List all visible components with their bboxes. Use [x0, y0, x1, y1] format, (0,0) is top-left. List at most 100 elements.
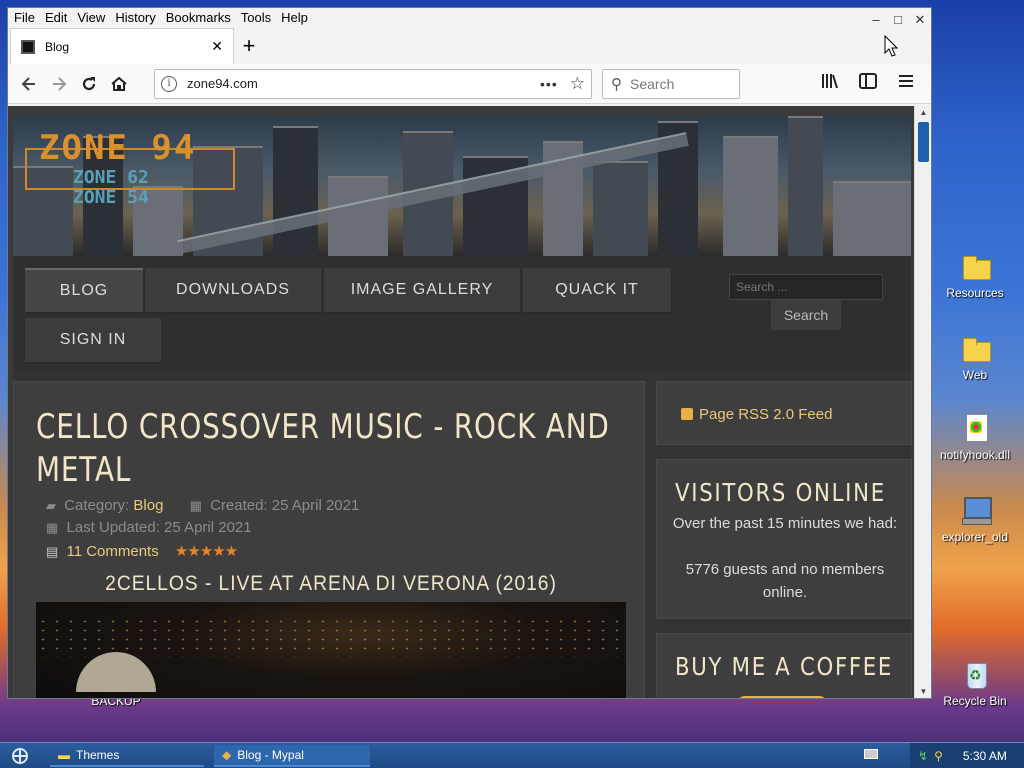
taskbar-item-blog-mypal[interactable]: ◆ Blog - Mypal: [214, 744, 370, 767]
visitors-box: VISITORS ONLINE Over the past 15 minutes…: [656, 459, 912, 619]
taskbar-item-themes[interactable]: ▬ Themes: [50, 745, 204, 767]
keyboard-icon[interactable]: [864, 749, 878, 759]
nav-blog[interactable]: BLOG: [25, 268, 143, 314]
comments-link[interactable]: 11 Comments: [66, 543, 158, 560]
page-viewport: ZONE 94 ZONE 62 ZONE 54 BLOG DOWNLOADS I…: [8, 106, 931, 698]
rss-icon: [681, 408, 693, 420]
article-meta-row-1: ▰ Category: Blog ▦ Created: 25 April 202…: [46, 497, 359, 514]
rating-stars[interactable]: ★★★★★: [175, 543, 238, 560]
task-label: Themes: [76, 747, 120, 762]
tab-strip: Blog ✕ +: [8, 26, 931, 64]
folder-icon: [959, 332, 991, 364]
website: ZONE 94 ZONE 62 ZONE 54 BLOG DOWNLOADS I…: [13, 116, 912, 698]
desktop-icon-web[interactable]: Web: [933, 332, 1017, 382]
navigation-toolbar: i zone94.com ••• ☆ ⚲ Search: [8, 64, 931, 104]
search-icon: ⚲: [611, 75, 622, 93]
coffee-button[interactable]: [737, 696, 827, 698]
article-title: CELLO CROSSOVER MUSIC - ROCK AND METAL: [36, 407, 610, 490]
menu-file[interactable]: File: [14, 10, 35, 25]
desktop-icon-label: Recycle Bin: [943, 694, 1007, 708]
nav-downloads[interactable]: DOWNLOADS: [145, 268, 321, 314]
nav-quack-it[interactable]: QUACK IT: [523, 268, 671, 314]
menu-tools[interactable]: Tools: [241, 10, 271, 25]
tab-blog[interactable]: Blog ✕: [10, 28, 234, 64]
page-actions-icon[interactable]: •••: [540, 76, 558, 92]
library-icon[interactable]: [811, 73, 849, 94]
info-icon[interactable]: i: [161, 75, 177, 92]
category-link[interactable]: Blog: [133, 497, 163, 514]
clock[interactable]: 5:30 AM: [963, 749, 1007, 763]
scroll-up-icon[interactable]: ▲: [915, 108, 931, 117]
rss-box: Page RSS 2.0 Feed: [656, 381, 912, 445]
start-button[interactable]: [0, 743, 40, 768]
updated-date: Last Updated: 25 April 2021: [66, 519, 252, 536]
rss-link[interactable]: Page RSS 2.0 Feed: [681, 406, 832, 423]
scroll-down-icon[interactable]: ▼: [915, 687, 931, 696]
bookmark-star-icon[interactable]: ☆: [570, 74, 585, 94]
browser-search-input[interactable]: ⚲ Search: [602, 68, 740, 99]
nav-image-gallery[interactable]: IMAGE GALLERY: [324, 268, 520, 314]
task-label: Blog - Mypal: [237, 747, 304, 762]
created-date: Created: 25 April 2021: [210, 497, 360, 514]
new-tab-button[interactable]: +: [234, 28, 264, 64]
reload-icon[interactable]: [74, 70, 104, 98]
desktop-icon-label: Web: [962, 368, 988, 382]
mouse-cursor-icon: [884, 35, 898, 57]
close-window-button[interactable]: ✕: [909, 12, 931, 28]
arena-image: [76, 652, 156, 692]
menu-view[interactable]: View: [77, 10, 105, 25]
search-placeholder: Search: [630, 75, 675, 92]
desktop-icon-explorer-old[interactable]: explorer_old: [933, 494, 1017, 544]
logo-sub-line: ZONE 54: [73, 187, 149, 208]
mypal-browser-icon: ◆: [222, 747, 232, 762]
article: CELLO CROSSOVER MUSIC - ROCK AND METAL ▰…: [13, 381, 645, 698]
site-logo[interactable]: ZONE 94: [39, 128, 196, 168]
start-logo-icon: [12, 747, 28, 764]
rss-label: Page RSS 2.0 Feed: [699, 406, 833, 423]
forward-icon[interactable]: [44, 70, 74, 98]
site-search-button[interactable]: Search: [771, 300, 841, 330]
window-controls: – □ ✕: [865, 12, 931, 28]
menu-help[interactable]: Help: [281, 10, 308, 25]
article-meta-row-3: ▤ 11 Comments ★★★★★: [46, 542, 238, 560]
site-search-input[interactable]: Search ...: [729, 274, 883, 300]
site-logo-sub: ZONE 62 ZONE 54: [73, 168, 149, 208]
maximize-button[interactable]: □: [887, 12, 909, 28]
menu-edit[interactable]: Edit: [45, 10, 67, 25]
video-player[interactable]: [36, 602, 626, 698]
folder-icon: [959, 250, 991, 282]
visitors-text-1: Over the past 15 minutes we had:: [672, 515, 898, 532]
desktop-icon-label: Resources: [946, 286, 1004, 300]
nav-sign-in[interactable]: SIGN IN: [25, 318, 161, 364]
desktop-icon-label: notifyhook.dll: [939, 448, 1011, 462]
desktop-icon-notifyhook[interactable]: notifyhook.dll: [933, 412, 1017, 462]
url-text: zone94.com: [187, 76, 258, 91]
article-meta-row-2: ▦ Last Updated: 25 April 2021: [46, 519, 252, 536]
menu-bookmarks[interactable]: Bookmarks: [166, 10, 231, 25]
sidebar: Page RSS 2.0 Feed VISITORS ONLINE Over t…: [656, 381, 912, 698]
desktop-icon-recycle-bin[interactable]: Recycle Bin: [933, 658, 1017, 708]
scroll-thumb[interactable]: [918, 122, 929, 162]
desktop-icon-resources[interactable]: Resources: [933, 250, 1017, 300]
sidebar-icon[interactable]: [849, 73, 887, 94]
browser-window: File Edit View History Bookmarks Tools H…: [7, 7, 932, 699]
coffee-box: BUY ME A COFFEE: [656, 633, 912, 698]
network-icon[interactable]: ↯: [918, 749, 928, 763]
home-icon[interactable]: [104, 70, 134, 98]
back-icon[interactable]: [14, 70, 44, 98]
site-nav: BLOG DOWNLOADS IMAGE GALLERY QUACK IT SI…: [13, 256, 911, 371]
close-tab-icon[interactable]: ✕: [211, 38, 223, 55]
page-scrollbar[interactable]: ▲ ▼: [914, 106, 931, 698]
minimize-button[interactable]: –: [865, 12, 887, 28]
search-tray-icon[interactable]: ⚲: [934, 749, 943, 763]
menu-history[interactable]: History: [115, 10, 155, 25]
comment-icon: ▤: [46, 544, 59, 559]
menu-bar: File Edit View History Bookmarks Tools H…: [8, 8, 931, 26]
hamburger-menu-icon[interactable]: [887, 74, 925, 93]
site-banner: ZONE 94 ZONE 62 ZONE 54: [13, 116, 911, 256]
favicon-icon: [21, 39, 35, 54]
url-bar[interactable]: i zone94.com ••• ☆: [154, 68, 592, 99]
folder-icon: ▬: [58, 747, 70, 762]
category-label: Category:: [64, 497, 130, 514]
video-title: 2CELLOS - LIVE AT ARENA DI VERONA (2016): [105, 572, 557, 595]
